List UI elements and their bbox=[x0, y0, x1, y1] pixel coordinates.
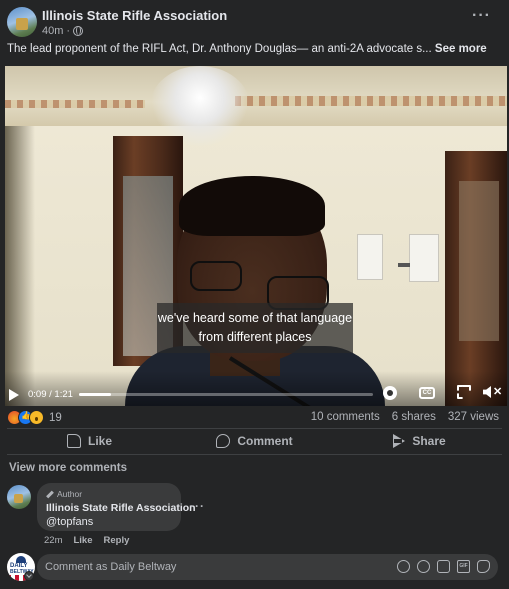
like-label: Like bbox=[87, 434, 112, 448]
video-progress-fill bbox=[79, 393, 112, 396]
divider bbox=[7, 454, 502, 455]
closed-captions-icon[interactable]: CC bbox=[419, 387, 435, 399]
comment-time[interactable]: 22m bbox=[44, 535, 62, 546]
video-time: 0:09 / 1:21 bbox=[28, 389, 73, 400]
video-frame-person-hair bbox=[179, 176, 325, 236]
shares-count[interactable]: 6 shares bbox=[392, 411, 436, 423]
comment-text[interactable]: @topfans bbox=[46, 516, 172, 528]
caption-text: The lead proponent of the RIFL Act, Dr. … bbox=[7, 43, 432, 55]
reaction-count: 19 bbox=[49, 411, 62, 424]
post-meta: 40m · bbox=[42, 25, 84, 37]
gif-icon[interactable]: GIF bbox=[457, 560, 470, 573]
more-options-icon[interactable]: ··· bbox=[472, 8, 491, 24]
share-arrow-icon bbox=[393, 434, 406, 448]
page-avatar[interactable] bbox=[7, 7, 37, 37]
commenter-avatar[interactable] bbox=[7, 485, 31, 509]
video-frame-shadow bbox=[5, 126, 35, 406]
commenter-name[interactable]: Illinois State Rifle Association bbox=[46, 502, 196, 514]
comment-label: Comment bbox=[237, 434, 293, 448]
page-name[interactable]: Illinois State Rifle Association bbox=[42, 8, 227, 23]
post-time[interactable]: 40m bbox=[42, 25, 63, 37]
video-frame-speaker bbox=[398, 234, 439, 282]
wow-reaction-icon bbox=[29, 410, 44, 425]
share-label: Share bbox=[412, 434, 446, 448]
author-badge: Author bbox=[46, 489, 172, 499]
switch-profile-chevron-icon[interactable] bbox=[24, 571, 34, 581]
post-caption: The lead proponent of the RIFL Act, Dr. … bbox=[7, 43, 502, 55]
views-count: 327 views bbox=[447, 411, 499, 423]
comment-composer[interactable]: GIF bbox=[37, 554, 498, 580]
composer-tools: GIF bbox=[397, 560, 490, 573]
gear-icon[interactable] bbox=[383, 386, 397, 400]
video-frame-door bbox=[445, 151, 507, 406]
comments-count[interactable]: 10 comments bbox=[311, 411, 380, 423]
comment-bubble: Author Illinois State Rifle Association … bbox=[37, 483, 196, 531]
video-frame-ornament bbox=[235, 96, 507, 106]
thumbs-up-icon bbox=[66, 434, 81, 448]
like-button[interactable]: Like bbox=[7, 429, 172, 453]
video-frame-glasses bbox=[190, 261, 242, 291]
comment-meta: 22m Like Reply bbox=[44, 535, 129, 546]
comment-input[interactable] bbox=[37, 554, 377, 580]
video-progress-bar[interactable] bbox=[79, 393, 373, 396]
video-frame-ornament bbox=[5, 100, 145, 108]
volume-muted-icon[interactable] bbox=[483, 386, 491, 398]
video-frame-speaker bbox=[357, 234, 383, 280]
mute-x-icon: ✕ bbox=[493, 386, 503, 398]
video-player[interactable]: we've heard some of that language from d… bbox=[5, 66, 507, 406]
facebook-post: Illinois State Rifle Association 40m · ·… bbox=[0, 0, 509, 589]
sticker-icon[interactable] bbox=[477, 560, 490, 573]
comment-options-icon[interactable]: ··· bbox=[190, 499, 205, 513]
emoji-icon[interactable] bbox=[417, 560, 430, 573]
comment-like-link[interactable]: Like bbox=[73, 535, 92, 546]
camera-icon[interactable] bbox=[437, 560, 450, 573]
video-frame-chandelier bbox=[150, 66, 250, 146]
comment-button[interactable]: Comment bbox=[172, 429, 337, 453]
meta-separator: · bbox=[66, 25, 71, 37]
globe-icon bbox=[73, 26, 84, 36]
pencil-icon bbox=[46, 490, 54, 498]
see-more-link[interactable]: See more bbox=[435, 43, 487, 55]
post-stats: 10 comments 6 shares 327 views bbox=[311, 411, 499, 423]
share-button[interactable]: Share bbox=[337, 429, 502, 453]
avatar-sticker-icon[interactable] bbox=[397, 560, 410, 573]
view-more-comments-link[interactable]: View more comments bbox=[9, 462, 127, 474]
author-badge-label: Author bbox=[57, 489, 83, 499]
video-controls: 0:09 / 1:21 CC ✕ bbox=[5, 371, 507, 406]
play-icon[interactable] bbox=[9, 389, 19, 401]
post-actions: Like Comment Share bbox=[7, 429, 502, 453]
reactions-summary[interactable]: 19 bbox=[7, 410, 62, 425]
fullscreen-icon[interactable] bbox=[457, 385, 471, 399]
video-subtitle: we've heard some of that language from d… bbox=[157, 303, 353, 353]
comment-reply-link[interactable]: Reply bbox=[104, 535, 130, 546]
comment-bubble-icon bbox=[216, 434, 231, 448]
